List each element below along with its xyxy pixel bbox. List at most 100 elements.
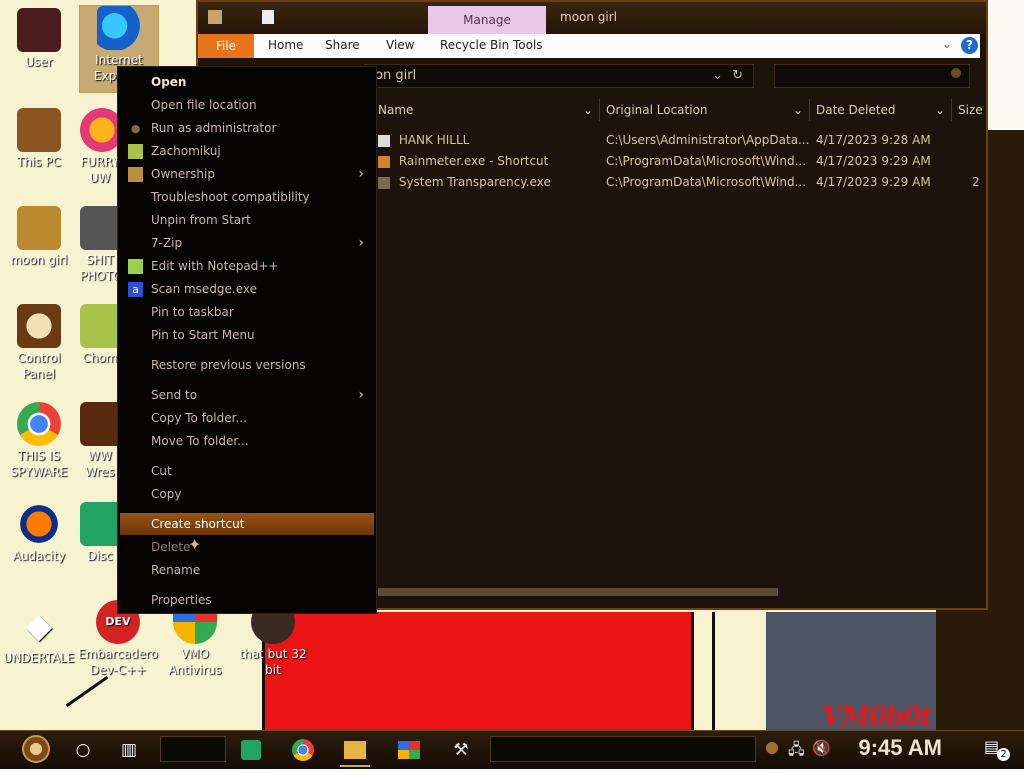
- column-header-size[interactable]: Size: [954, 99, 986, 121]
- start-gear-icon: [22, 735, 50, 763]
- taskbar-slot: [160, 736, 226, 762]
- menu-item-send-to[interactable]: Send to ›: [118, 384, 376, 406]
- column-header-label: Original Location: [606, 103, 708, 117]
- column-dropdown-icon[interactable]: ⌄: [935, 99, 945, 121]
- desktop-icon-label: THIS IS SPYWARE: [10, 449, 68, 479]
- notification-badge: 2: [997, 748, 1010, 761]
- desktop-icon-label: moon girl: [10, 253, 68, 267]
- tab-view[interactable]: View: [386, 38, 414, 52]
- ribbon: File Home Share View Recycle Bin Tools ⌄…: [198, 34, 980, 58]
- desktop-icon-spyware[interactable]: THIS IS SPYWARE: [0, 402, 78, 480]
- desktop-icon-moon-girl[interactable]: moon girl: [0, 206, 78, 268]
- desktop-icon-control-panel[interactable]: Control Panel: [0, 304, 78, 382]
- desktop-icon-wres[interactable]: WW Wres: [80, 402, 120, 480]
- horizontal-scrollbar[interactable]: [378, 588, 778, 596]
- column-header-label: Name: [378, 103, 414, 117]
- menu-item-cut[interactable]: Cut: [118, 460, 376, 482]
- taskbar-app-explorer[interactable]: [340, 735, 370, 767]
- tray-gear-icon[interactable]: [766, 742, 778, 754]
- menu-item-edit-with-notepad[interactable]: Edit with Notepad++: [118, 255, 376, 277]
- search-button[interactable]: ○: [68, 735, 98, 765]
- menu-item-open-file-location[interactable]: Open file location: [118, 94, 376, 116]
- desktop-icon-label: WW Wres: [85, 449, 115, 479]
- column-header-name[interactable]: Name ⌄: [374, 99, 600, 121]
- submenu-arrow-icon: ›: [358, 235, 364, 251]
- notification-center-button[interactable]: ▤ 2: [984, 737, 1010, 761]
- taskbar-app-tools[interactable]: ⚒: [446, 735, 476, 765]
- desktop-icon-furry[interactable]: FURRY UW: [80, 108, 120, 186]
- menu-item-copy[interactable]: Copy: [118, 483, 376, 505]
- desktop-icon-disc[interactable]: Disc: [80, 502, 120, 564]
- address-path: on girl: [375, 68, 417, 83]
- desktop-icon-undertale[interactable]: ◆ UNDERTALE: [0, 604, 78, 666]
- file-row[interactable]: System Transparency.exe: [378, 172, 551, 192]
- menu-item-move-to-folder[interactable]: Move To folder...: [118, 430, 376, 452]
- menu-item-zachomikuj[interactable]: Zachomikuj: [118, 140, 376, 162]
- taskbar-app-chrome[interactable]: [288, 735, 318, 765]
- menu-item-7zip[interactable]: 7-Zip ›: [118, 232, 376, 254]
- menu-item-copy-to-folder[interactable]: Copy To folder...: [118, 407, 376, 429]
- volume-muted-icon[interactable]: 🔇: [812, 739, 831, 757]
- new-document-icon[interactable]: [262, 10, 274, 24]
- title-bar[interactable]: Manage moon girl: [198, 2, 986, 34]
- desktop-icon-user[interactable]: User: [0, 8, 78, 70]
- menu-item-pin-to-start-menu[interactable]: Pin to Start Menu: [118, 324, 376, 346]
- menu-item-troubleshoot-compatibility[interactable]: Troubleshoot compatibility: [118, 186, 376, 208]
- taskbar-app-spreadsheet[interactable]: [236, 735, 266, 765]
- task-view-button[interactable]: ▥: [114, 735, 144, 765]
- tab-home[interactable]: Home: [268, 38, 303, 52]
- desktop-icon-this-pc[interactable]: This PC: [0, 108, 78, 170]
- desktop-icon-photo[interactable]: SHIT PHOTO: [80, 206, 120, 284]
- tab-manage[interactable]: Manage: [428, 6, 546, 34]
- ribbon-expand-chevron-icon[interactable]: ⌄: [942, 37, 952, 51]
- file-row[interactable]: HANK HILLL: [378, 130, 469, 150]
- menu-item-properties[interactable]: Properties: [118, 589, 376, 611]
- windows-flag-icon: [398, 741, 420, 759]
- wallpaper-wordmark: VM0b0t: [822, 702, 932, 732]
- address-dropdown-icon[interactable]: ⌄: [712, 65, 723, 87]
- menu-item-create-shortcut[interactable]: Create shortcut: [120, 513, 374, 535]
- search-input[interactable]: [774, 64, 970, 88]
- taskbar-clock[interactable]: 9:45 AM: [858, 735, 942, 761]
- column-dropdown-icon[interactable]: ⌄: [793, 99, 803, 121]
- menu-item-ownership[interactable]: Ownership ›: [118, 163, 376, 185]
- file-date: 4/17/2023 9:28 AM: [816, 133, 931, 147]
- file-row[interactable]: Rainmeter.exe - Shortcut: [378, 151, 548, 171]
- desktop-icon-label: SHIT PHOTO: [80, 253, 120, 283]
- menu-item-pin-to-taskbar[interactable]: Pin to taskbar: [118, 301, 376, 323]
- submenu-arrow-icon: ›: [358, 166, 364, 182]
- address-bar[interactable]: on girl ⌄ ↻: [364, 64, 754, 88]
- desktop-icon-chom[interactable]: Chom: [80, 304, 120, 366]
- menu-item-rename[interactable]: Rename: [118, 559, 376, 581]
- taskbar-app-control-panel[interactable]: [394, 735, 424, 765]
- menu-item-unpin-from-start[interactable]: Unpin from Start: [118, 209, 376, 231]
- column-header-label: Size: [958, 103, 983, 117]
- chrome-icon: [292, 739, 314, 761]
- hamster-icon: [80, 304, 120, 348]
- menu-item-scan[interactable]: a Scan msedge.exe: [118, 278, 376, 300]
- menu-item-delete[interactable]: Delete ✦: [118, 535, 376, 558]
- network-icon[interactable]: 🖧: [788, 739, 805, 764]
- menu-item-run-as-administrator[interactable]: ● Run as administrator: [118, 117, 376, 139]
- unity-icon: ◆: [25, 606, 53, 646]
- menu-item-open[interactable]: Open: [118, 71, 376, 93]
- column-header-date-deleted[interactable]: Date Deleted ⌄: [812, 99, 952, 121]
- column-header-original-location[interactable]: Original Location ⌄: [602, 99, 810, 121]
- desktop-icon-audacity[interactable]: Audacity: [0, 502, 78, 564]
- help-icon[interactable]: ?: [961, 37, 978, 54]
- wallpaper-ink-line: [712, 612, 715, 730]
- folder-icon: [208, 10, 222, 24]
- menu-item-restore-previous-versions[interactable]: Restore previous versions: [118, 354, 376, 376]
- column-dropdown-icon[interactable]: ⌄: [583, 99, 593, 121]
- desktop-icon-label: Embarcadero Dev-C++: [78, 647, 158, 677]
- wallpaper-white-corner: [982, 0, 1024, 130]
- wallpaper-red-panel: [262, 612, 694, 730]
- file-name: HANK HILLL: [398, 133, 470, 147]
- refresh-icon[interactable]: ↻: [732, 65, 743, 87]
- desktop-icon-label: User: [25, 55, 53, 69]
- tab-recycle-bin-tools[interactable]: Recycle Bin Tools: [440, 38, 543, 52]
- tab-share[interactable]: Share: [325, 38, 360, 52]
- exe-icon: [378, 176, 390, 189]
- tab-file[interactable]: File: [198, 34, 254, 58]
- start-button[interactable]: [18, 735, 54, 765]
